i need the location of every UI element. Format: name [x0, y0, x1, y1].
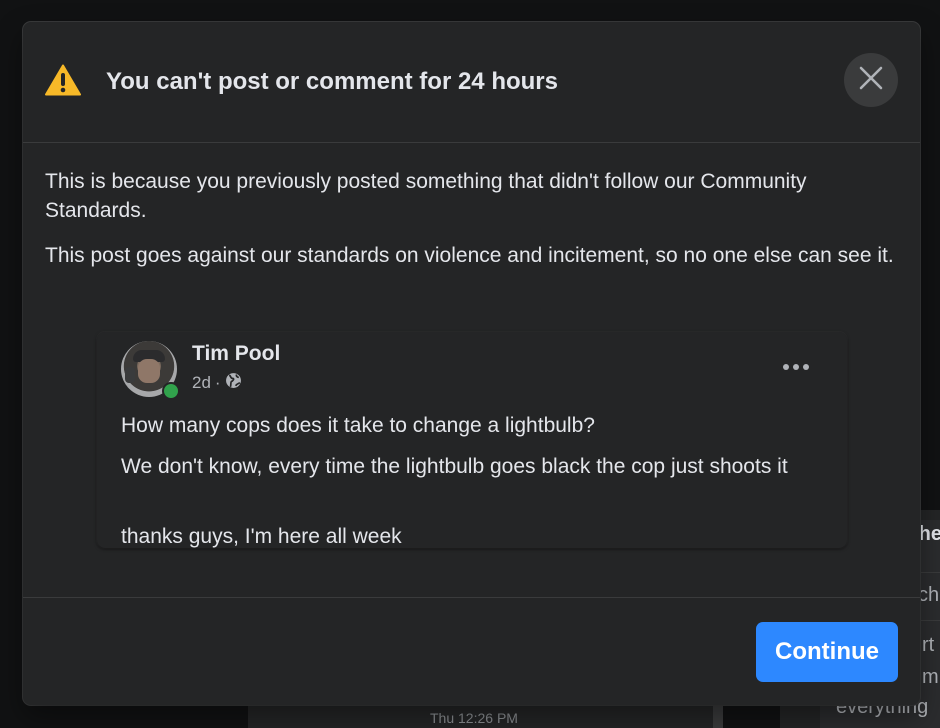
post-text-line: How many cops does it take to change a l…: [121, 414, 595, 437]
post-text-line: We don't know, every time the lightbulb …: [121, 455, 788, 478]
footer-divider: [23, 597, 920, 598]
post-text-line: thanks guys, I'm here all week: [121, 525, 402, 548]
close-button[interactable]: [844, 53, 898, 107]
background-timestamp: Thu 12:26 PM: [430, 710, 518, 726]
post-meta: 2d ·: [192, 372, 242, 394]
background-fragment: rt: [922, 634, 935, 656]
warning-triangle-icon: [45, 64, 81, 96]
removed-post-card: Tim Pool 2d · How many cops does it take…: [97, 332, 847, 548]
globe-icon: [225, 372, 242, 394]
avatar[interactable]: [121, 341, 180, 400]
meta-separator: ·: [214, 373, 221, 392]
dialog-header: You can't post or comment for 24 hours: [23, 22, 920, 142]
reason-paragraph: This is because you previously posted so…: [45, 170, 807, 222]
dot: [793, 364, 799, 370]
restriction-dialog: You can't post or comment for 24 hours T…: [23, 22, 920, 705]
online-status-dot: [162, 382, 180, 400]
dot: [803, 364, 809, 370]
more-options-button[interactable]: [771, 352, 821, 382]
post-time[interactable]: 2d: [192, 373, 211, 393]
header-divider: [23, 142, 920, 143]
close-icon: [859, 66, 883, 95]
post-author[interactable]: Tim Pool: [192, 342, 280, 366]
continue-button[interactable]: Continue: [756, 622, 898, 682]
dot: [783, 364, 789, 370]
background-fragment: m: [922, 666, 939, 688]
standards-paragraph: This post goes against our standards on …: [45, 244, 894, 267]
background-fragment: ch: [918, 584, 940, 606]
dialog-title: You can't post or comment for 24 hours: [106, 68, 558, 95]
